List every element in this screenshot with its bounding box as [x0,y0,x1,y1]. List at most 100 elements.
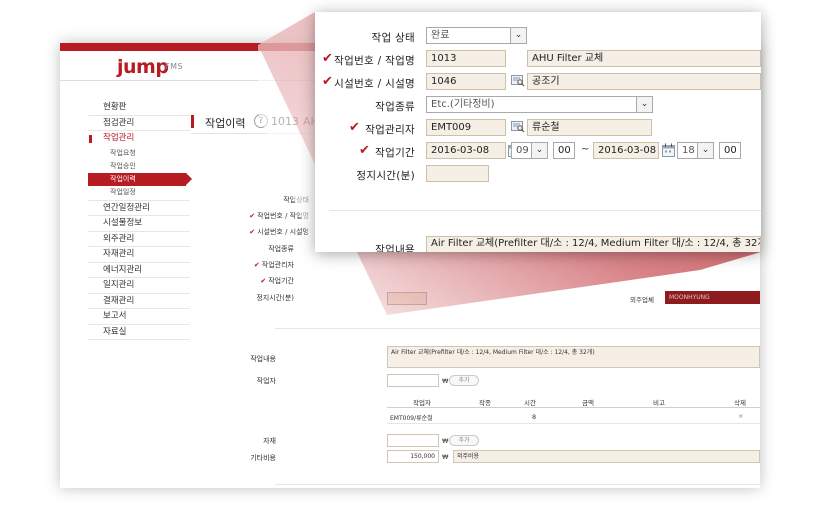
calendar-icon[interactable] [662,143,675,157]
sidebar-item-inspection[interactable]: 점검관리 [88,116,190,131]
zoom-row-type: 작업종류 Etc.(기타정비) ⌄ [315,96,761,118]
bg-add-worker-button[interactable]: 추가 [449,375,479,386]
bg-label-manager: ✔ 작업관리자 [253,261,294,269]
zoom-facility-no-input[interactable]: 1046 [426,73,506,90]
page-work-number: 1013 [271,115,299,128]
period-separator: ~ [581,144,590,155]
lookup-icon[interactable] [511,121,525,133]
help-icon[interactable]: ? [254,114,268,128]
zoom-type-label: 작업종류 [375,101,415,113]
bg-label-work-type: 작업종류 [268,245,294,253]
sidebar-item-outsourcing[interactable]: 외주관리 [88,232,190,247]
sidebar-item-work-management[interactable]: 작업관리 [88,131,190,147]
bg-th-note: 비고 [653,399,665,407]
zoom-status-select[interactable]: 완료 ⌄ [426,27,527,44]
page-title: 작업이력 [205,117,246,130]
bg-label-content: 작업내용 [250,355,276,363]
app-logo[interactable]: jump [117,56,169,78]
bg-add-material-button[interactable]: 추가 [449,435,479,446]
zoom-type-select[interactable]: Etc.(기타정비) ⌄ [426,96,653,113]
zoom-manager-id-input[interactable]: EMT009 [426,119,506,136]
chevron-down-icon: ⌄ [697,143,713,158]
zoom-content-label: 작업내용 [375,244,415,252]
page-title-marker [191,115,194,128]
bg-th-amount: 금액 [582,399,594,407]
bg-th-type: 작종 [479,399,491,407]
zoom-row-status: 작업 상태 완료 ⌄ [315,27,761,49]
zoom-start-hour-select[interactable]: 09 ⌄ [511,142,548,159]
zoom-row-work-no: ✔ 작업번호 / 작업명 1013 AHU Filter 교체 [315,50,761,72]
bg-label-other-cost: 기타비용 [250,454,276,462]
bg-table-row-line [387,423,760,424]
app-logo-sub: FMS [165,62,184,71]
zoom-row-content: 작업내용 Air Filter 교체(Prefilter 대/소 : 12/4,… [315,236,761,252]
bg-label-material: 자재 [263,437,276,445]
lookup-icon[interactable] [511,75,525,87]
zoom-end-minute-input[interactable]: 00 [719,142,741,159]
zoom-stop-time-label: 정지시간(분) [356,170,415,182]
bg-table-header-line [387,407,760,408]
bg-table-row-delete-icon[interactable]: × [738,412,743,420]
bg-section-divider-2 [275,484,760,485]
bg-th-hours: 시간 [524,399,536,407]
bg-won-sign: ₩ [442,377,449,385]
bg-other-cost-note[interactable]: 외주비용 [453,450,760,463]
bg-th-delete: 삭제 [734,399,746,407]
zoom-facility-label: 시설번호 / 시설명 [334,78,415,90]
zoom-work-name-input[interactable]: AHU Filter 교체 [527,50,761,67]
bg-section-divider [275,328,760,329]
zoom-row-period: ✔ 작업기간 2016-03-08 09 ⌄ 00 ~ 2016-03-08 1… [315,142,761,164]
sidebar-subitem-work-schedule[interactable]: 작업일정 [88,186,190,201]
bg-vendor-select[interactable]: MOONHYUNG [665,291,760,304]
zoom-end-date-input[interactable]: 2016-03-08 [593,142,659,159]
zoom-facility-name-input[interactable]: 공조기 [527,73,761,90]
sidebar-subitem-work-history[interactable]: 작업이력 [88,172,192,186]
sidebar-item-materials[interactable]: 자재관리 [88,247,190,263]
zoom-work-no-label: 작업번호 / 작업명 [334,55,415,67]
zoom-manager-name-input[interactable]: 류순철 [527,119,652,136]
zoom-section-divider [329,210,761,211]
bg-stop-time-input[interactable] [387,292,427,305]
zoom-start-date-input[interactable]: 2016-03-08 [426,142,506,159]
bg-won-sign-2: ₩ [442,437,449,445]
sidebar-item-journal[interactable]: 일지관리 [88,278,190,294]
zoom-status-label: 작업 상태 [371,32,415,44]
zoom-work-no-input[interactable]: 1013 [426,50,506,67]
zoom-row-manager: ✔ 작업관리자 EMT009 류순철 [315,119,761,141]
sidebar-subitem-work-approval[interactable]: 작업승인 [88,160,190,173]
bg-material-input[interactable] [387,434,439,447]
bg-th-worker: 작업자 [413,399,431,407]
chevron-down-icon: ⌄ [510,28,526,43]
zoom-stop-time-input[interactable] [426,165,489,182]
sidebar: 현황판 점검관리 작업관리 작업요청 작업승인 작업이력 작업일정 연간일정관리… [88,100,192,340]
sidebar-item-library[interactable]: 자료실 [88,325,190,340]
sidebar-item-dashboard[interactable]: 현황판 [88,100,190,116]
sidebar-item-reports[interactable]: 보고서 [88,309,190,325]
bg-other-cost-input[interactable]: 150,000 [387,450,439,463]
zoomed-form-panel: 작업 상태 완료 ⌄ ✔ 작업번호 / 작업명 1013 AHU Filter … [315,12,761,252]
sidebar-item-facility-info[interactable]: 시설물정보 [88,216,190,232]
bg-label-worker: 작업자 [256,377,276,385]
sidebar-subitem-work-request[interactable]: 작업요청 [88,147,190,160]
bg-label-facility-no: ✔ 시설번호 / 시설명 [249,228,309,236]
zoom-content-textarea[interactable]: Air Filter 교체(Prefilter 대/소 : 12/4, Medi… [426,236,761,252]
bg-worker-input[interactable] [387,374,439,387]
zoom-manager-label: 작업관리자 [365,124,415,136]
sidebar-item-energy[interactable]: 에너지관리 [88,263,190,278]
bg-label-stop-time: 정지시간(분) [256,294,294,302]
bg-table-row-worker: EMT009/류순철 [390,415,433,422]
sidebar-item-approval[interactable]: 결재관리 [88,294,190,309]
zoom-start-minute-input[interactable]: 00 [553,142,575,159]
bg-vendor-label: 외주업체 [630,296,654,304]
chevron-down-icon: ⌄ [531,143,547,158]
bg-content-textarea[interactable]: Air Filter 교체(Prefilter 대/소 : 12/4, Medi… [387,346,760,368]
zoom-row-stop-time: 정지시간(분) [315,165,761,187]
zoom-row-facility: ✔ 시설번호 / 시설명 1046 공조기 [315,73,761,95]
bg-table-row-hours: 8 [532,413,537,421]
bg-won-sign-3: ₩ [442,453,449,461]
chevron-down-icon: ⌄ [636,97,652,112]
zoom-end-hour-select[interactable]: 18 ⌄ [677,142,714,159]
bg-label-period: ✔ 작업기간 [260,277,294,285]
sidebar-item-annual-schedule[interactable]: 연간일정관리 [88,201,190,216]
zoom-period-label: 작업기간 [375,147,415,159]
